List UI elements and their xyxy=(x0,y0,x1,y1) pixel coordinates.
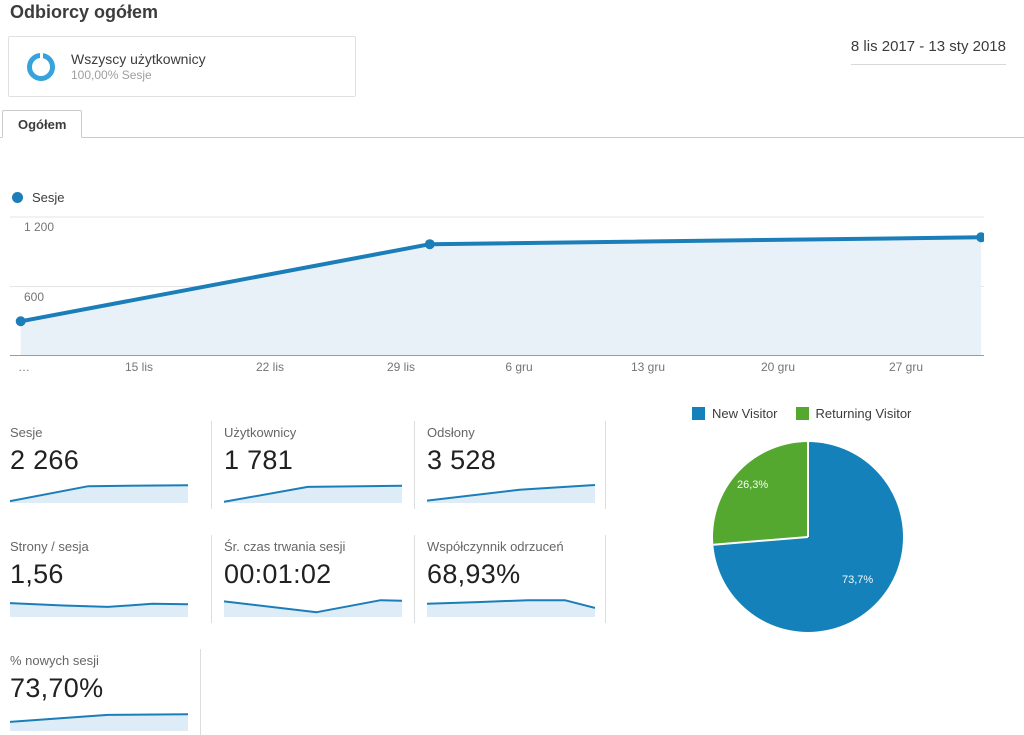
x-axis-tick: 20 gru xyxy=(760,360,796,374)
metric-label: Użytkownicy xyxy=(224,425,297,440)
metric-value: 00:01:02 xyxy=(224,559,332,589)
metric-row: Strony / sesja 1,56 Śr. czas trwania ses… xyxy=(10,535,610,623)
metric-label: Strony / sesja xyxy=(10,539,89,554)
metric-row: Sesje 2 266 Użytkownicy 1 781 Odsłony 3 … xyxy=(10,421,610,509)
new-visitor-swatch-icon xyxy=(692,407,705,420)
metric-value: 68,93% xyxy=(427,559,521,589)
pie-slice-label-returning: 26,3% xyxy=(737,479,769,491)
pie-slice-divider xyxy=(713,536,809,546)
metric-card-new-sessions: % nowych sesji 73,70% xyxy=(10,649,201,735)
metric-value: 1 781 xyxy=(224,445,294,475)
x-axis-tick: … xyxy=(18,360,30,374)
date-range-selector[interactable]: 8 lis 2017 - 13 sty 2018 xyxy=(850,38,1006,65)
x-axis-tick: 6 gru xyxy=(505,360,533,374)
visitor-type-pie-chart[interactable]: 26,3% 73,7% xyxy=(713,442,903,632)
returning-visitor-swatch-icon xyxy=(795,407,809,420)
metric-card-users: Użytkownicy 1 781 xyxy=(212,421,415,509)
legend-item-returning-visitor: Returning Visitor xyxy=(795,406,912,421)
metric-card-sessions: Sesje 2 266 xyxy=(10,421,212,509)
metric-sparkline xyxy=(427,599,595,617)
x-axis-tick: 13 gru xyxy=(630,360,666,374)
metric-sparkline xyxy=(224,484,402,503)
metric-sparkline xyxy=(427,484,595,503)
metric-card-pageviews: Odsłony 3 528 xyxy=(415,421,606,509)
metric-sparkline xyxy=(10,602,188,617)
metric-value: 3 528 xyxy=(427,445,497,475)
timeline-legend: Sesje xyxy=(12,190,65,205)
segment-title: Wszyscy użytkownicy xyxy=(71,51,206,67)
y-axis-tick: 1 200 xyxy=(24,220,55,234)
metric-card-pages-per-session: Strony / sesja 1,56 xyxy=(10,535,212,623)
visitor-type-panel: New Visitor Returning Visitor 26,3% 73,7… xyxy=(660,400,1024,650)
page-title: Odbiorcy ogółem xyxy=(10,2,159,22)
x-axis-tick: 15 lis xyxy=(124,360,154,374)
timeline-legend-label: Sesje xyxy=(32,190,65,205)
metric-value: 73,70% xyxy=(10,673,104,703)
metric-label: Współczynnik odrzuceń xyxy=(427,539,564,554)
pie-slice-label-new: 73,7% xyxy=(842,574,874,586)
pie-legend: New Visitor Returning Visitor xyxy=(692,406,929,421)
metric-cards-grid: Sesje 2 266 Użytkownicy 1 781 Odsłony 3 … xyxy=(10,421,610,735)
metric-sparkline xyxy=(224,599,402,617)
segment-donut-icon xyxy=(27,51,55,81)
tab-bar: Ogółem xyxy=(0,110,1024,138)
x-axis-tick: 22 lis xyxy=(255,360,285,374)
metric-label: Sesje xyxy=(10,425,43,440)
segment-subtitle: 100,00% Sesje xyxy=(71,68,152,82)
segment-card-all-users[interactable]: Wszyscy użytkownicy 100,00% Sesje xyxy=(8,36,356,97)
segment-text: Wszyscy użytkownicy 100,00% Sesje xyxy=(71,50,206,83)
metric-value: 2 266 xyxy=(10,445,80,475)
metric-value: 1,56 xyxy=(10,559,64,589)
legend-label: New Visitor xyxy=(712,406,778,421)
y-axis-tick: 600 xyxy=(24,289,45,304)
metric-sparkline xyxy=(10,484,188,503)
metric-card-bounce-rate: Współczynnik odrzuceń 68,93% xyxy=(415,535,606,623)
x-axis-tick: 27 gru xyxy=(888,360,924,374)
x-axis-tick: 29 lis xyxy=(386,360,416,374)
sessions-timeline-chart[interactable]: 1 200 600 … 15 lis 22 lis 29 lis 6 gru 13 gru 2… xyxy=(10,213,984,381)
legend-label: Returning Visitor xyxy=(815,406,912,421)
tab-overview[interactable]: Ogółem xyxy=(2,110,83,138)
audience-overview-page: Odbiorcy ogółem 8 lis 2017 - 13 sty 2018… xyxy=(0,0,1024,735)
sessions-legend-dot-icon xyxy=(12,192,23,203)
metric-row: % nowych sesji 73,70% xyxy=(10,649,610,735)
metric-sparkline xyxy=(10,713,188,731)
metric-label: Odsłony xyxy=(427,425,475,440)
metric-label: % nowych sesji xyxy=(10,653,99,668)
metric-label: Śr. czas trwania sesji xyxy=(224,539,346,554)
pie-slice-divider xyxy=(807,442,809,537)
legend-item-new-visitor: New Visitor xyxy=(692,406,778,421)
metric-card-avg-session-duration: Śr. czas trwania sesji 00:01:02 xyxy=(212,535,415,623)
timeline-plot xyxy=(10,216,984,356)
